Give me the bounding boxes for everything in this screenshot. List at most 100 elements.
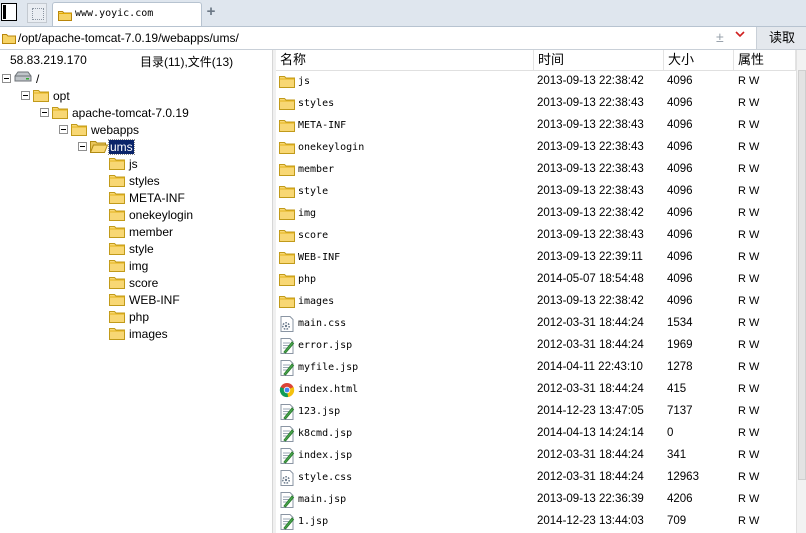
file-row[interactable]: 1.jsp 2014-12-23 13:44:03 709 R W bbox=[276, 511, 796, 533]
file-name: js bbox=[298, 76, 311, 87]
file-row[interactable]: images 2013-09-13 22:38:42 4096 R W bbox=[276, 291, 796, 313]
collapse-icon[interactable] bbox=[59, 125, 68, 134]
file-row[interactable]: js 2013-09-13 22:38:42 4096 R W bbox=[276, 71, 796, 93]
tree-node[interactable]: member bbox=[0, 224, 272, 241]
file-row[interactable]: myfile.jsp 2014-04-11 22:43:10 1278 R W bbox=[276, 357, 796, 379]
file-name: main.css bbox=[298, 318, 347, 329]
column-size[interactable]: 大小 bbox=[664, 50, 734, 70]
file-row[interactable]: member 2013-09-13 22:38:43 4096 R W bbox=[276, 159, 796, 181]
file-size: 4206 bbox=[667, 493, 693, 505]
file-time: 2014-12-23 13:44:03 bbox=[537, 515, 644, 527]
file-row[interactable]: main.jsp 2013-09-13 22:36:39 4206 R W bbox=[276, 489, 796, 511]
folder-icon bbox=[279, 96, 295, 113]
folder-icon bbox=[71, 122, 87, 139]
file-list: js 2013-09-13 22:38:42 4096 R W styles 2013-0… bbox=[276, 71, 796, 533]
file-time: 2013-09-13 22:39:11 bbox=[537, 251, 643, 263]
file-row[interactable]: style 2013-09-13 22:38:43 4096 R W bbox=[276, 181, 796, 203]
file-time: 2012-03-31 18:44:24 bbox=[537, 449, 644, 461]
folder-icon bbox=[52, 105, 68, 122]
blank-tab-icon[interactable] bbox=[27, 3, 47, 23]
tree-node[interactable]: onekeylogin bbox=[0, 207, 272, 224]
column-perm[interactable]: 属性 bbox=[734, 50, 796, 70]
file-name: img bbox=[298, 208, 317, 219]
address-bar: /opt/apache-tomcat-7.0.19/webapps/ums/ ±… bbox=[0, 27, 806, 50]
tree-node-label: / bbox=[36, 72, 40, 86]
file-name: onekeylogin bbox=[298, 142, 365, 153]
window-icon[interactable] bbox=[1, 3, 17, 21]
collapse-icon[interactable] bbox=[78, 142, 87, 151]
add-bookmark-icon[interactable]: ± bbox=[716, 29, 724, 45]
tree-node[interactable]: score bbox=[0, 275, 272, 292]
tree-node[interactable]: webapps bbox=[0, 122, 272, 139]
file-row[interactable]: php 2014-05-07 18:54:48 4096 R W bbox=[276, 269, 796, 291]
collapse-icon[interactable] bbox=[2, 74, 11, 83]
file-row[interactable]: onekeylogin 2013-09-13 22:38:43 4096 R W bbox=[276, 137, 796, 159]
file-time: 2012-03-31 18:44:24 bbox=[537, 339, 644, 351]
file-row[interactable]: style.css 2012-03-31 18:44:24 12963 R W bbox=[276, 467, 796, 489]
file-name: main.jsp bbox=[298, 494, 347, 505]
file-row[interactable]: index.html 2012-03-31 18:44:24 415 R W bbox=[276, 379, 796, 401]
tree-node[interactable]: php bbox=[0, 309, 272, 326]
folder-icon bbox=[109, 173, 125, 190]
tree-node-label: styles bbox=[129, 174, 160, 188]
file-name: index.jsp bbox=[298, 450, 353, 461]
file-time: 2014-04-11 22:43:10 bbox=[537, 361, 643, 373]
file-row[interactable]: main.css 2012-03-31 18:44:24 1534 R W bbox=[276, 313, 796, 335]
folder-icon bbox=[109, 326, 125, 343]
tree-node-label: style bbox=[129, 242, 154, 256]
column-time[interactable]: 时间 bbox=[534, 50, 664, 70]
vertical-scrollbar[interactable] bbox=[796, 50, 806, 533]
tree-node[interactable]: ums bbox=[0, 139, 272, 156]
file-size: 1534 bbox=[667, 317, 693, 329]
tree-node[interactable]: images bbox=[0, 326, 272, 343]
tree-node[interactable]: js bbox=[0, 156, 272, 173]
tab-active[interactable]: www.yoyic.com bbox=[52, 2, 202, 26]
tree-node[interactable]: styles bbox=[0, 173, 272, 190]
file-size: 415 bbox=[667, 383, 687, 395]
file-row[interactable]: img 2013-09-13 22:38:42 4096 R W bbox=[276, 203, 796, 225]
file-time: 2012-03-31 18:44:24 bbox=[537, 317, 644, 329]
tree-node[interactable]: apache-tomcat-7.0.19 bbox=[0, 105, 272, 122]
file-perm: R W bbox=[738, 339, 760, 351]
file-size: 7137 bbox=[667, 405, 693, 417]
plus-icon[interactable]: + bbox=[204, 4, 218, 19]
file-perm: R W bbox=[738, 75, 760, 87]
drive-icon bbox=[14, 71, 32, 86]
tree-node[interactable]: META-INF bbox=[0, 190, 272, 207]
tree-node[interactable]: style bbox=[0, 241, 272, 258]
file-name: 1.jsp bbox=[298, 516, 329, 527]
tree-node[interactable]: WEB-INF bbox=[0, 292, 272, 309]
file-row[interactable]: k8cmd.jsp 2014-04-13 14:24:14 0 R W bbox=[276, 423, 796, 445]
collapse-icon[interactable] bbox=[40, 108, 49, 117]
column-name[interactable]: 名称 bbox=[276, 50, 534, 70]
file-name: styles bbox=[298, 98, 335, 109]
folder-icon bbox=[279, 74, 295, 91]
file-row[interactable]: WEB-INF 2013-09-13 22:39:11 4096 R W bbox=[276, 247, 796, 269]
jsp-file-icon bbox=[279, 514, 295, 533]
folder-icon bbox=[279, 294, 295, 311]
file-row[interactable]: error.jsp 2012-03-31 18:44:24 1969 R W bbox=[276, 335, 796, 357]
file-name: score bbox=[298, 230, 329, 241]
tree-node[interactable]: img bbox=[0, 258, 272, 275]
file-perm: R W bbox=[738, 295, 760, 307]
file-row[interactable]: styles 2013-09-13 22:38:43 4096 R W bbox=[276, 93, 796, 115]
path-input[interactable]: /opt/apache-tomcat-7.0.19/webapps/ums/ bbox=[18, 31, 239, 45]
tree-node[interactable]: opt bbox=[0, 88, 272, 105]
folder-icon bbox=[33, 88, 49, 105]
chevron-down-icon[interactable] bbox=[734, 28, 746, 43]
file-perm: R W bbox=[738, 119, 760, 131]
css-file-icon bbox=[279, 470, 295, 489]
tree-node[interactable]: / bbox=[0, 71, 272, 88]
folder-icon bbox=[109, 275, 125, 292]
file-row[interactable]: index.jsp 2012-03-31 18:44:24 341 R W bbox=[276, 445, 796, 467]
file-perm: R W bbox=[738, 449, 760, 461]
collapse-icon[interactable] bbox=[21, 91, 30, 100]
file-size: 4096 bbox=[667, 141, 693, 153]
file-row[interactable]: score 2013-09-13 22:38:43 4096 R W bbox=[276, 225, 796, 247]
tree-node-label: images bbox=[129, 327, 168, 341]
file-size: 4096 bbox=[667, 119, 693, 131]
file-row[interactable]: 123.jsp 2014-12-23 13:47:05 7137 R W bbox=[276, 401, 796, 423]
scroll-thumb[interactable] bbox=[798, 70, 806, 480]
read-button[interactable]: 读取 bbox=[756, 27, 806, 49]
file-row[interactable]: META-INF 2013-09-13 22:38:43 4096 R W bbox=[276, 115, 796, 137]
